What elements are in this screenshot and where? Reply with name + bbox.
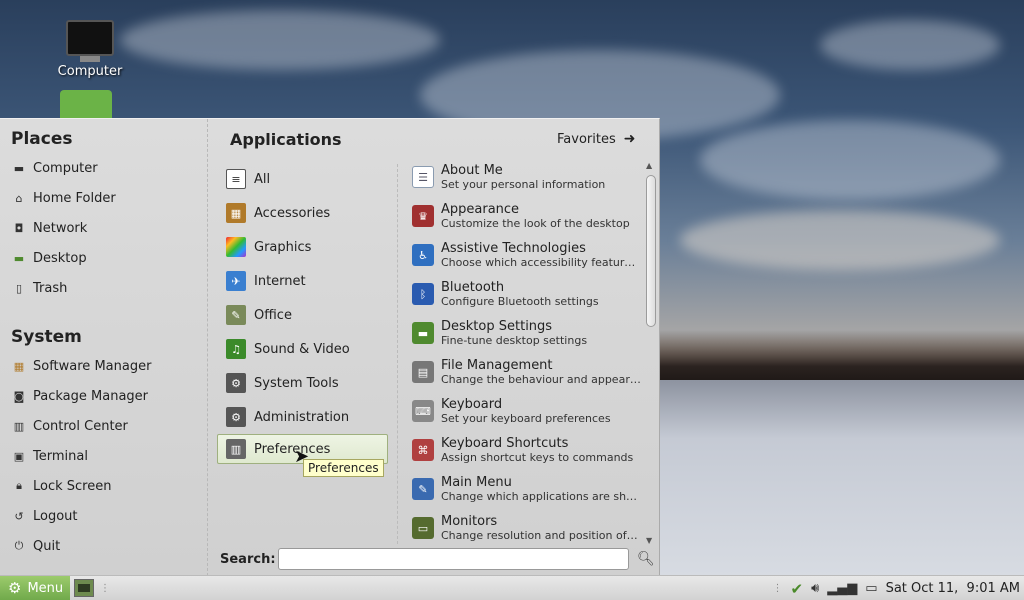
power-icon: ⏻ xyxy=(14,539,24,552)
search-icon[interactable]: 🔍︎ xyxy=(637,551,655,567)
applications-title: Applications xyxy=(230,130,342,149)
app-main-menu[interactable]: ✎ Main Menu Change which applications are… xyxy=(412,475,642,511)
desktop-computer-label: Computer xyxy=(57,64,123,79)
mouse-cursor-icon: ➤ xyxy=(294,446,310,467)
arrow-right-icon: ➜ xyxy=(623,131,636,147)
category-accessories[interactable]: ▦ Accessories xyxy=(226,199,388,227)
places-item-network[interactable]: ◘ Network xyxy=(12,217,88,239)
system-item-control-center[interactable]: ▥ Control Center xyxy=(12,415,128,437)
lock-icon: 🔒︎ xyxy=(16,479,22,492)
system-item-package-manager[interactable]: ◙ Package Manager xyxy=(12,385,148,407)
places-item-trash[interactable]: ▯ Trash xyxy=(12,277,67,299)
terminal-icon: ▣ xyxy=(13,449,25,463)
app-assistive-technologies[interactable]: ♿︎ Assistive Technologies Choose which ac… xyxy=(412,241,642,277)
system-item-logout[interactable]: ↺ Logout xyxy=(12,505,77,527)
sound-video-icon: ♫ xyxy=(226,339,246,359)
search-input[interactable] xyxy=(278,548,629,570)
desktop-settings-icon: ▬ xyxy=(412,322,434,344)
category-office[interactable]: ✎ Office xyxy=(226,301,388,329)
desktop-icon: ▬ xyxy=(13,251,25,265)
system-item-software-manager[interactable]: ▦ Software Manager xyxy=(12,355,152,377)
preferences-tooltip: Preferences xyxy=(303,459,384,477)
places-item-home-folder[interactable]: ⌂ Home Folder xyxy=(12,187,116,209)
bluetooth-icon: ᛒ xyxy=(412,283,434,305)
signal-icon[interactable]: ▂▄▆ xyxy=(827,581,857,596)
tray-grip: ⋮ xyxy=(772,583,783,594)
system-title: System xyxy=(11,327,82,347)
search-label: Search: xyxy=(220,552,276,567)
menu-button[interactable]: ⚙ Menu xyxy=(0,575,70,600)
gear-icon: ⚙ xyxy=(8,579,22,597)
start-menu: Places ▬ Computer ⌂ Home Folder ◘ Networ… xyxy=(0,118,660,576)
app-file-management[interactable]: ▤ File Management Change the behaviour an… xyxy=(412,358,642,394)
show-desktop-button[interactable] xyxy=(74,579,94,597)
app-appearance[interactable]: ♛ Appearance Customize the look of the de… xyxy=(412,202,642,238)
monitor-icon xyxy=(66,20,114,56)
system-item-lock-screen[interactable]: 🔒︎ Lock Screen xyxy=(12,475,111,497)
category-system-tools[interactable]: ⚙ System Tools xyxy=(226,369,388,397)
preferences-icon: ▥ xyxy=(226,439,246,459)
trash-icon: ▯ xyxy=(15,281,23,295)
network-icon: ◘ xyxy=(14,221,24,235)
shield-icon[interactable]: ✔ xyxy=(790,580,803,598)
category-all[interactable]: ≡ All xyxy=(226,165,388,193)
scroll-down-icon[interactable]: ▼ xyxy=(646,536,652,545)
keyboard-icon: ⌨ xyxy=(412,400,434,422)
package-manager-icon: ◙ xyxy=(13,389,25,403)
battery-icon[interactable]: ▭ xyxy=(865,581,877,596)
software-manager-icon: ▦ xyxy=(13,359,25,373)
desktop-computer-icon[interactable]: Computer xyxy=(50,20,130,79)
file-management-icon: ▤ xyxy=(412,361,434,383)
clock[interactable]: Sat Oct 11, 9:01 AM xyxy=(886,581,1020,596)
panel-grip: ⋮ xyxy=(100,582,110,594)
graphics-icon xyxy=(226,237,246,257)
keyboard-shortcuts-icon: ⌘ xyxy=(412,439,434,461)
treeline xyxy=(640,330,1024,382)
category-graphics[interactable]: Graphics xyxy=(226,233,388,261)
category-administration[interactable]: ⚙ Administration xyxy=(226,403,388,431)
accessories-icon: ▦ xyxy=(226,203,246,223)
appearance-icon: ♛ xyxy=(412,205,434,227)
app-keyboard-shortcuts[interactable]: ⌘ Keyboard Shortcuts Assign shortcut keys… xyxy=(412,436,642,472)
list-icon: ≡ xyxy=(226,169,246,189)
system-item-quit[interactable]: ⏻ Quit xyxy=(12,535,61,557)
system-tray: ⋮ ✔ 🔊︎ ▂▄▆ ▭ Sat Oct 11, 9:01 AM xyxy=(766,576,1020,600)
scroll-up-icon[interactable]: ▲ xyxy=(646,161,652,170)
bottom-panel: ⚙ Menu ⋮ ⋮ ✔ 🔊︎ ▂▄▆ ▭ Sat Oct 11, 9:01 A… xyxy=(0,575,1024,600)
home-icon: ⌂ xyxy=(15,191,23,205)
category-internet[interactable]: ✈ Internet xyxy=(226,267,388,295)
internet-icon: ✈ xyxy=(226,271,246,291)
main-menu-icon: ✎ xyxy=(412,478,434,500)
favorites-button[interactable]: Favorites ➜ xyxy=(557,131,635,147)
system-item-terminal[interactable]: ▣ Terminal xyxy=(12,445,88,467)
home-folder-icon[interactable] xyxy=(60,90,112,120)
monitors-icon: ▭ xyxy=(412,517,434,539)
app-monitors[interactable]: ▭ Monitors Change resolution and position… xyxy=(412,514,642,550)
places-item-desktop[interactable]: ▬ Desktop xyxy=(12,247,87,269)
computer-icon: ▬ xyxy=(13,161,25,175)
places-item-computer[interactable]: ▬ Computer xyxy=(12,157,98,179)
apps-scrollbar[interactable]: ▲ ▼ xyxy=(645,161,657,545)
show-desktop-icon xyxy=(78,584,90,592)
app-keyboard[interactable]: ⌨ Keyboard Set your keyboard preferences xyxy=(412,397,642,433)
office-icon: ✎ xyxy=(226,305,246,325)
administration-icon: ⚙ xyxy=(226,407,246,427)
category-sound-video[interactable]: ♫ Sound & Video xyxy=(226,335,388,363)
app-bluetooth[interactable]: ᛒ Bluetooth Configure Bluetooth settings xyxy=(412,280,642,316)
accessibility-icon: ♿︎ xyxy=(412,244,434,266)
control-center-icon: ▥ xyxy=(13,419,25,433)
system-tools-icon: ⚙ xyxy=(226,373,246,393)
column-divider xyxy=(397,164,398,544)
menu-left-pane: Places ▬ Computer ⌂ Home Folder ◘ Networ… xyxy=(0,119,208,576)
logout-icon: ↺ xyxy=(14,509,24,523)
about-me-icon: ☰ xyxy=(412,166,434,188)
app-about-me[interactable]: ☰ About Me Set your personal information xyxy=(412,163,642,199)
places-title: Places xyxy=(11,129,73,149)
scroll-thumb[interactable] xyxy=(646,175,656,327)
app-desktop-settings[interactable]: ▬ Desktop Settings Fine-tune desktop sett… xyxy=(412,319,642,355)
volume-icon[interactable]: 🔊︎ xyxy=(811,581,819,596)
